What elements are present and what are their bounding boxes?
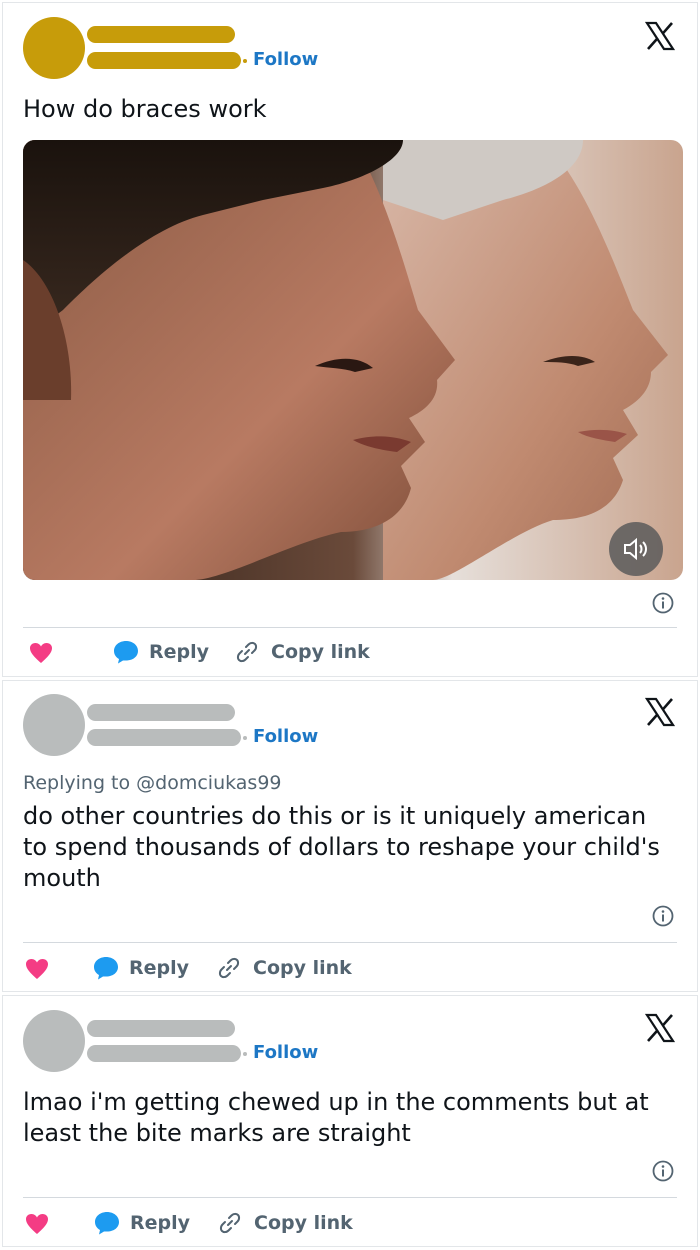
copy-link-button[interactable]: Copy link bbox=[218, 1211, 353, 1235]
link-icon bbox=[236, 641, 258, 663]
copy-link-label: Copy link bbox=[254, 1212, 353, 1234]
reply-label: Reply bbox=[130, 1212, 191, 1234]
link-icon bbox=[218, 957, 240, 979]
copy-link-button[interactable]: Copy link bbox=[235, 640, 370, 664]
divider bbox=[23, 1197, 677, 1198]
separator-dot bbox=[243, 736, 247, 740]
copy-link-button[interactable]: Copy link bbox=[217, 956, 352, 980]
reply-button[interactable]: Reply bbox=[93, 956, 189, 980]
separator-dot bbox=[243, 1052, 247, 1056]
x-logo-icon[interactable] bbox=[645, 1013, 675, 1043]
x-logo-icon[interactable] bbox=[645, 21, 675, 51]
follow-button[interactable]: Follow bbox=[253, 1042, 318, 1063]
reply-button[interactable]: Reply bbox=[94, 1211, 190, 1235]
tweet-card: Follow lmao i'm getting chewed up in the… bbox=[2, 995, 698, 1247]
tweet-text: do other countries do this or is it uniq… bbox=[23, 802, 660, 892]
reply-label: Reply bbox=[149, 641, 210, 663]
like-heart-icon[interactable] bbox=[29, 642, 53, 664]
copy-link-label: Copy link bbox=[271, 641, 370, 663]
divider bbox=[23, 942, 677, 943]
replying-to: Replying to @domciukas99 bbox=[23, 772, 282, 794]
video-thumbnail bbox=[23, 140, 683, 580]
reply-label: Reply bbox=[129, 957, 190, 979]
video-player[interactable] bbox=[23, 140, 683, 580]
speaker-icon bbox=[624, 537, 647, 561]
divider bbox=[23, 627, 677, 628]
redacted-display-name bbox=[87, 704, 235, 721]
redacted-username bbox=[87, 52, 241, 69]
tweet-text: lmao i'm getting chewed up in the commen… bbox=[23, 1088, 649, 1147]
redacted-display-name bbox=[87, 1020, 235, 1037]
like-heart-icon[interactable] bbox=[25, 958, 49, 980]
avatar[interactable] bbox=[23, 1010, 85, 1072]
like-heart-icon[interactable] bbox=[25, 1213, 49, 1235]
redacted-username bbox=[87, 1045, 241, 1062]
reply-button[interactable]: Reply bbox=[113, 640, 209, 664]
separator-dot bbox=[243, 59, 247, 63]
tweet-text: How do braces work bbox=[23, 95, 267, 123]
follow-button[interactable]: Follow bbox=[253, 726, 318, 747]
info-icon[interactable] bbox=[652, 592, 674, 614]
reply-bubble-icon bbox=[95, 1212, 119, 1235]
tweet-card: Follow Replying to @domciukas99 do other… bbox=[2, 680, 698, 992]
tweet-card: Follow How do braces work Reply Copy lin… bbox=[2, 2, 698, 677]
reply-bubble-icon bbox=[94, 957, 118, 980]
reply-bubble-icon bbox=[114, 641, 138, 664]
follow-button[interactable]: Follow bbox=[253, 49, 318, 70]
redacted-display-name bbox=[87, 26, 235, 43]
info-icon[interactable] bbox=[652, 905, 674, 927]
avatar[interactable] bbox=[23, 17, 85, 79]
info-icon[interactable] bbox=[652, 1160, 674, 1182]
copy-link-label: Copy link bbox=[253, 957, 352, 979]
avatar[interactable] bbox=[23, 694, 85, 756]
mute-toggle-button[interactable] bbox=[609, 522, 663, 576]
x-logo-icon[interactable] bbox=[645, 697, 675, 727]
link-icon bbox=[219, 1212, 241, 1234]
redacted-username bbox=[87, 729, 241, 746]
